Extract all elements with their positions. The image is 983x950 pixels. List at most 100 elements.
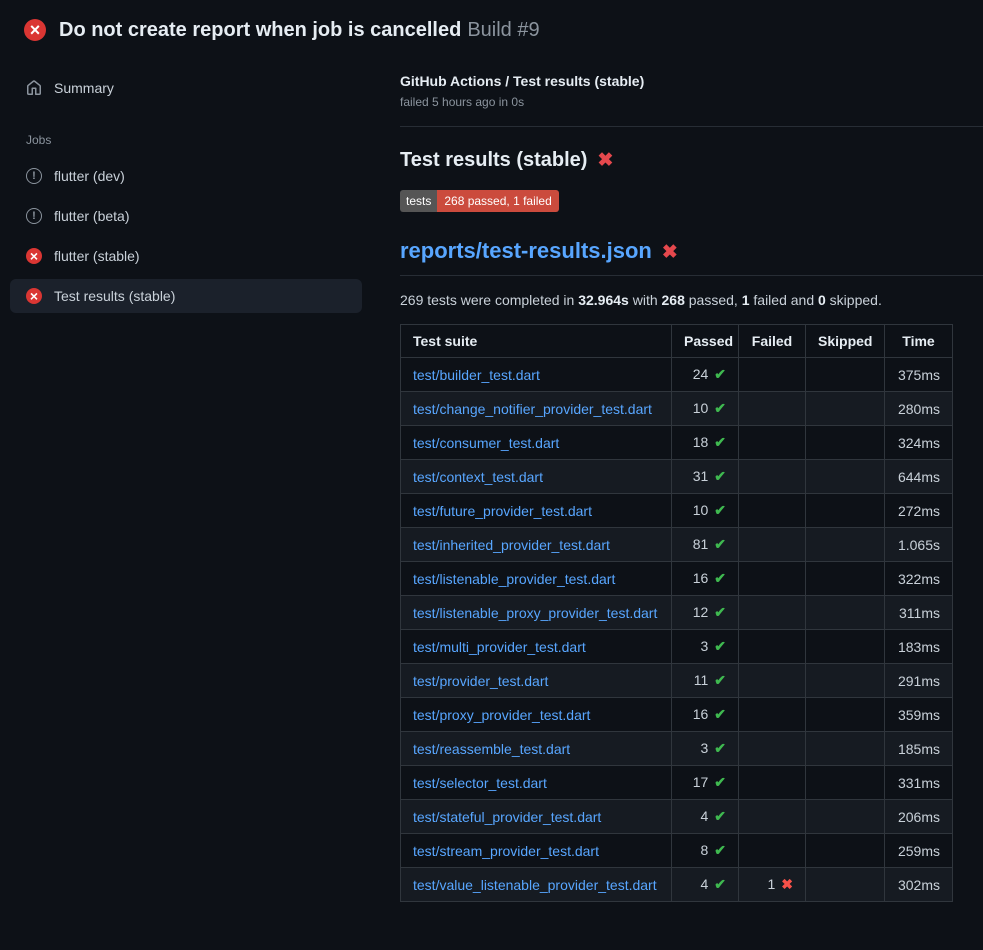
failed-cell — [739, 596, 806, 630]
run-header: Do not create report when job is cancell… — [0, 0, 983, 43]
page-title: Do not create report when job is cancell… — [59, 17, 540, 43]
suite-link[interactable]: test/multi_provider_test.dart — [413, 639, 586, 655]
sidebar-item-flutter-stable[interactable]: flutter (stable) — [10, 239, 362, 273]
col-skipped: Skipped — [806, 325, 885, 358]
suite-link[interactable]: test/listenable_proxy_provider_test.dart — [413, 605, 657, 621]
failed-cell — [739, 494, 806, 528]
home-icon — [26, 80, 42, 96]
sidebar-item-summary[interactable]: Summary — [10, 71, 362, 105]
suite-link[interactable]: test/change_notifier_provider_test.dart — [413, 401, 652, 417]
failed-status-icon — [26, 248, 42, 264]
failed-status-icon — [26, 288, 42, 304]
suite-cell: test/reassemble_test.dart — [401, 732, 672, 766]
cancelled-status-icon — [26, 208, 42, 224]
time-cell: 280ms — [885, 392, 953, 426]
time-cell: 1.065s — [885, 528, 953, 562]
suite-link[interactable]: test/stream_provider_test.dart — [413, 843, 599, 859]
passed-cell: 18 — [672, 426, 739, 460]
table-row: test/listenable_provider_test.dart 16 32… — [401, 562, 953, 596]
check-icon — [708, 536, 726, 552]
check-icon — [708, 468, 726, 484]
table-row: test/context_test.dart 31 644ms — [401, 460, 953, 494]
failed-cell — [739, 664, 806, 698]
failed-cell — [739, 426, 806, 460]
sidebar-item-flutter-beta[interactable]: flutter (beta) — [10, 199, 362, 233]
summary-duration: 32.964s — [578, 292, 629, 308]
run-title: Do not create report when job is cancell… — [59, 19, 461, 41]
table-row: test/listenable_proxy_provider_test.dart… — [401, 596, 953, 630]
x-icon — [662, 238, 678, 264]
passed-cell: 10 — [672, 392, 739, 426]
passed-cell: 10 — [672, 494, 739, 528]
skipped-cell — [806, 732, 885, 766]
summary-failed: 1 — [742, 292, 750, 308]
check-icon — [708, 400, 726, 416]
badge-label: tests — [400, 190, 437, 212]
failed-cell — [739, 834, 806, 868]
tests-badge: tests 268 passed, 1 failed — [400, 190, 559, 212]
suite-link[interactable]: test/context_test.dart — [413, 469, 543, 485]
skipped-cell — [806, 630, 885, 664]
skipped-cell — [806, 664, 885, 698]
skipped-cell — [806, 460, 885, 494]
check-icon — [708, 604, 726, 620]
passed-cell: 12 — [672, 596, 739, 630]
skipped-cell — [806, 426, 885, 460]
suite-cell: test/context_test.dart — [401, 460, 672, 494]
suite-cell: test/inherited_provider_test.dart — [401, 528, 672, 562]
col-test-suite: Test suite — [401, 325, 672, 358]
skipped-cell — [806, 868, 885, 902]
suite-link[interactable]: test/consumer_test.dart — [413, 435, 559, 451]
skipped-cell — [806, 562, 885, 596]
suite-cell: test/builder_test.dart — [401, 358, 672, 392]
skipped-cell — [806, 766, 885, 800]
x-icon — [775, 876, 793, 892]
time-cell: 375ms — [885, 358, 953, 392]
suite-link[interactable]: test/listenable_provider_test.dart — [413, 571, 615, 587]
sidebar-item-flutter-dev[interactable]: flutter (dev) — [10, 159, 362, 193]
summary-skipped: 0 — [818, 292, 826, 308]
check-icon — [708, 774, 726, 790]
time-cell: 322ms — [885, 562, 953, 596]
skipped-cell — [806, 392, 885, 426]
suite-link[interactable]: test/inherited_provider_test.dart — [413, 537, 610, 553]
suite-link[interactable]: test/proxy_provider_test.dart — [413, 707, 590, 723]
failed-cell — [739, 562, 806, 596]
suite-link[interactable]: test/provider_test.dart — [413, 673, 548, 689]
col-passed: Passed — [672, 325, 739, 358]
main-content: GitHub Actions / Test results (stable) f… — [380, 43, 983, 902]
table-row: test/builder_test.dart 24 375ms — [401, 358, 953, 392]
breadcrumb: GitHub Actions / Test results (stable) — [400, 73, 983, 89]
failed-cell — [739, 630, 806, 664]
suite-link[interactable]: test/reassemble_test.dart — [413, 741, 570, 757]
suite-link[interactable]: test/builder_test.dart — [413, 367, 540, 383]
check-icon — [708, 672, 726, 688]
summary-passed: 268 — [662, 292, 685, 308]
suite-cell: test/selector_test.dart — [401, 766, 672, 800]
time-cell: 324ms — [885, 426, 953, 460]
check-icon — [708, 434, 726, 450]
build-number: Build #9 — [467, 19, 539, 41]
check-icon — [708, 706, 726, 722]
sidebar-item-test-results-stable[interactable]: Test results (stable) — [10, 279, 362, 313]
check-icon — [708, 842, 726, 858]
report-link[interactable]: reports/test-results.json — [400, 238, 652, 264]
table-row: test/proxy_provider_test.dart 16 359ms — [401, 698, 953, 732]
suite-link[interactable]: test/value_listenable_provider_test.dart — [413, 877, 657, 893]
check-icon — [708, 502, 726, 518]
suite-link[interactable]: test/future_provider_test.dart — [413, 503, 592, 519]
suite-link[interactable]: test/stateful_provider_test.dart — [413, 809, 601, 825]
skipped-cell — [806, 494, 885, 528]
suite-cell: test/future_provider_test.dart — [401, 494, 672, 528]
suite-link[interactable]: test/selector_test.dart — [413, 775, 547, 791]
passed-cell: 17 — [672, 766, 739, 800]
table-row: test/multi_provider_test.dart 3 183ms — [401, 630, 953, 664]
sidebar: Summary Jobs flutter (dev) flutter (beta… — [0, 43, 380, 319]
skipped-cell — [806, 596, 885, 630]
results-table-body: test/builder_test.dart 24 375ms test/cha… — [401, 358, 953, 902]
time-cell: 272ms — [885, 494, 953, 528]
passed-cell: 24 — [672, 358, 739, 392]
cancelled-status-icon — [26, 168, 42, 184]
run-meta: failed 5 hours ago in 0s — [400, 95, 983, 109]
time-cell: 331ms — [885, 766, 953, 800]
